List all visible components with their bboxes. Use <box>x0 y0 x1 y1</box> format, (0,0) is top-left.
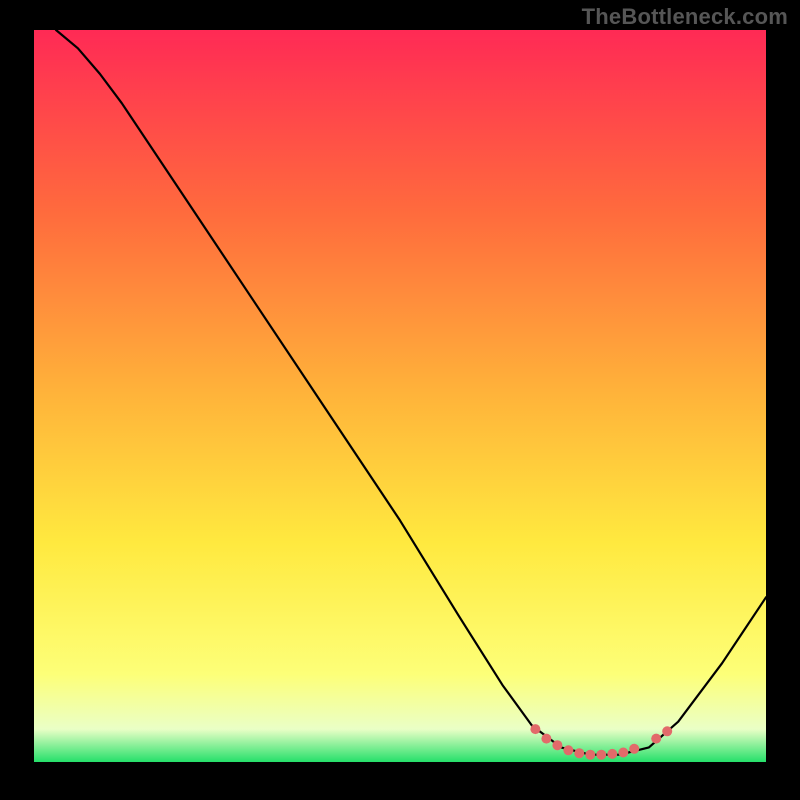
marker-dot <box>585 750 595 760</box>
marker-dot <box>563 745 573 755</box>
marker-dot <box>596 750 606 760</box>
chart-frame: { "watermark": "TheBottleneck.com", "cha… <box>0 0 800 800</box>
marker-dot <box>541 734 551 744</box>
marker-dot <box>530 724 540 734</box>
marker-dot <box>574 748 584 758</box>
marker-dot <box>651 734 661 744</box>
bottleneck-chart <box>0 0 800 800</box>
marker-dot <box>662 726 672 736</box>
marker-dot <box>552 740 562 750</box>
marker-dot <box>607 749 617 759</box>
plot-background <box>34 30 766 762</box>
marker-dot <box>618 748 628 758</box>
marker-dot <box>629 744 639 754</box>
